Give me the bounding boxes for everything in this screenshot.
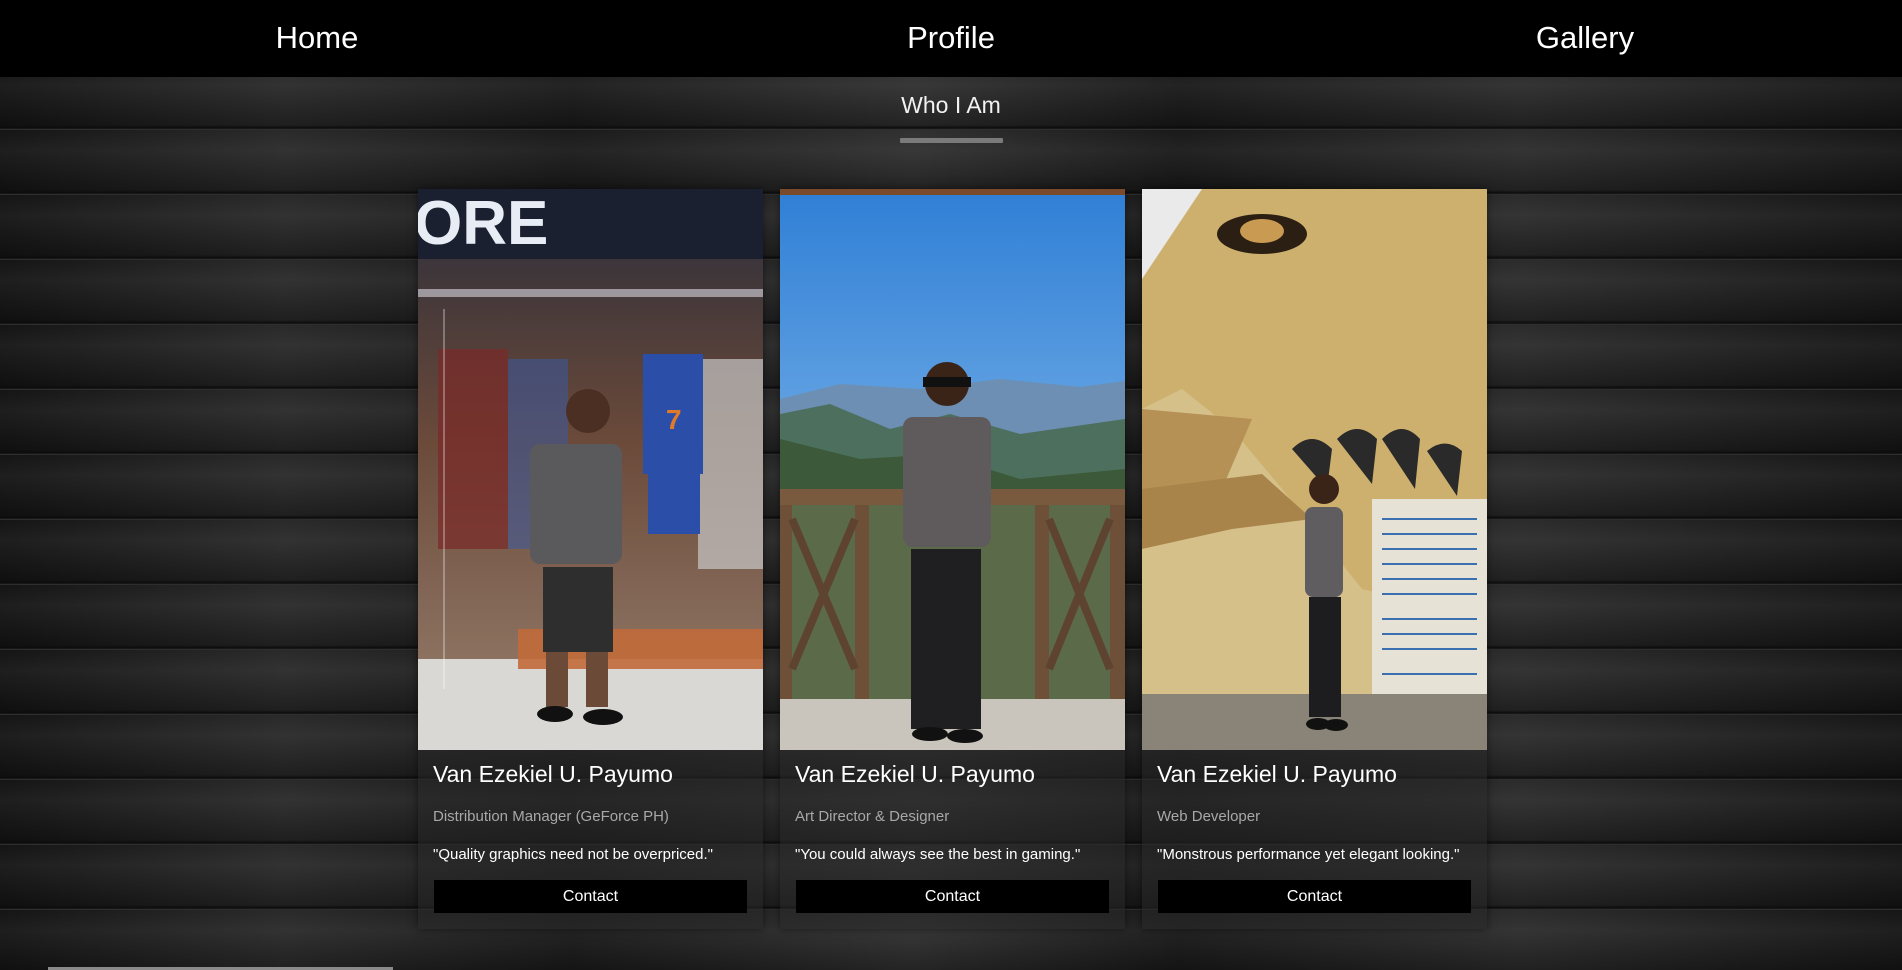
- top-navbar: Home Profile Gallery: [0, 0, 1902, 77]
- card-role: Web Developer: [1157, 808, 1261, 825]
- title-underline: [900, 138, 1003, 143]
- profile-card: ORE 7 Van Ezekiel U. Payumo Distribution…: [418, 189, 763, 929]
- contact-button[interactable]: Contact: [1158, 880, 1471, 913]
- jersey-number-text: 7: [666, 404, 682, 435]
- profile-card: Van Ezekiel U. Payumo Art Director & Des…: [780, 189, 1125, 929]
- card-role: Distribution Manager (GeForce PH): [433, 808, 669, 825]
- store-sign-text: ORE: [418, 189, 548, 258]
- card-quote: "Quality graphics need not be overpriced…: [433, 846, 713, 863]
- card-name: Van Ezekiel U. Payumo: [795, 761, 1035, 787]
- nav-profile[interactable]: Profile: [634, 0, 1268, 77]
- card-role: Art Director & Designer: [795, 808, 950, 825]
- profile-photo-mountain: [780, 189, 1125, 750]
- profile-photo-store: ORE 7: [418, 189, 763, 750]
- card-name: Van Ezekiel U. Payumo: [433, 761, 673, 787]
- nav-gallery[interactable]: Gallery: [1268, 0, 1902, 77]
- card-quote: "Monstrous performance yet elegant looki…: [1157, 846, 1460, 863]
- section-title: Who I Am: [901, 92, 1001, 118]
- nav-home[interactable]: Home: [0, 0, 634, 77]
- profile-photo-lion: [1142, 189, 1487, 750]
- contact-button[interactable]: Contact: [434, 880, 747, 913]
- profile-cards: ORE 7 Van Ezekiel U. Payumo Distribution…: [418, 189, 1487, 929]
- card-quote: "You could always see the best in gaming…: [795, 846, 1081, 863]
- card-name: Van Ezekiel U. Payumo: [1157, 761, 1397, 787]
- contact-button[interactable]: Contact: [796, 880, 1109, 913]
- profile-card: Van Ezekiel U. Payumo Web Developer "Mon…: [1142, 189, 1487, 929]
